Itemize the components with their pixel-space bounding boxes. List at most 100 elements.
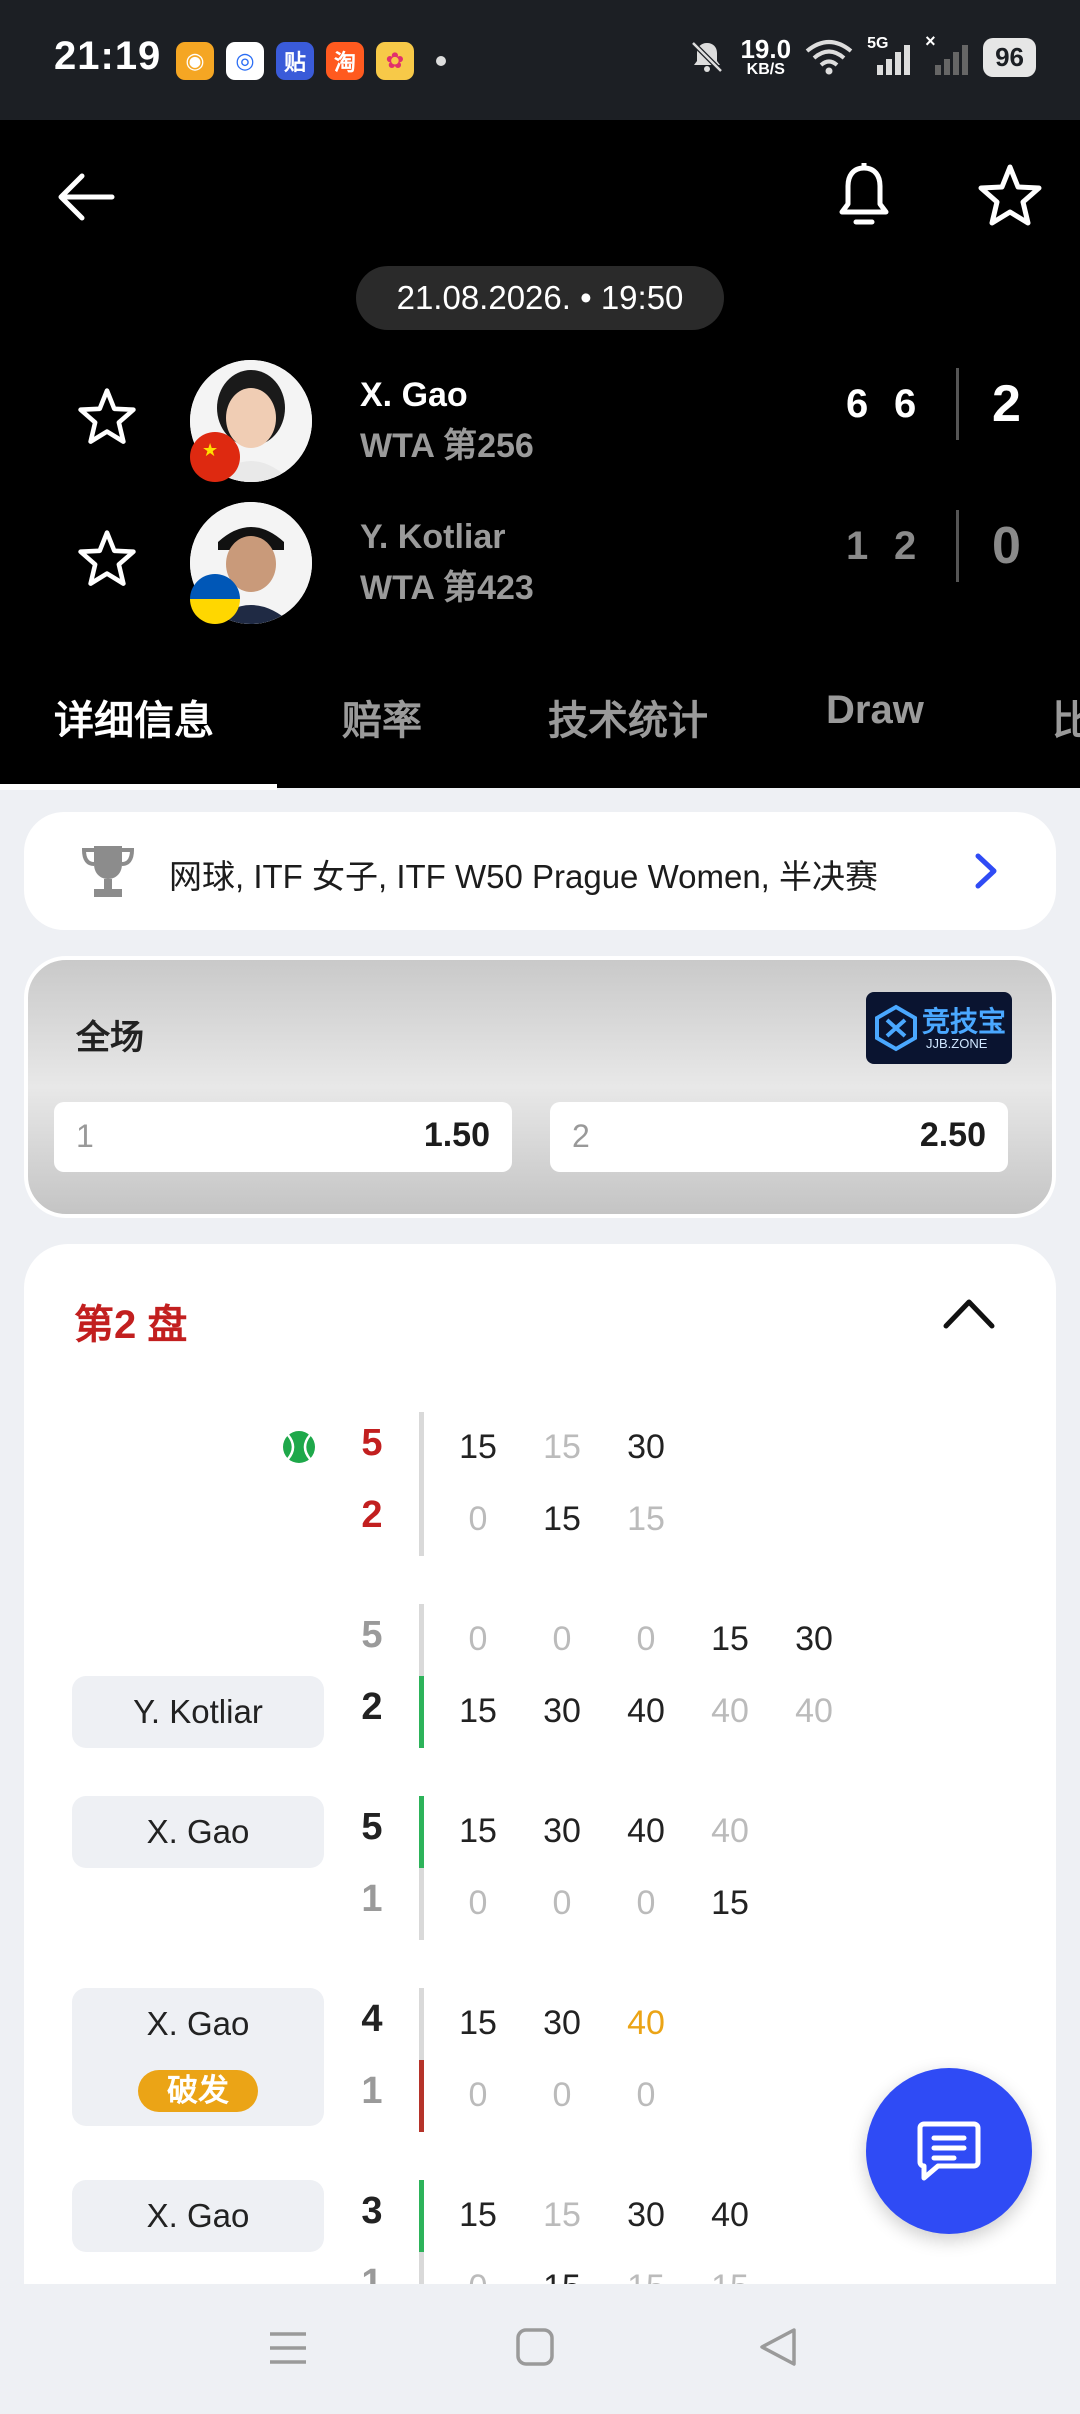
game-score: 4 — [361, 1998, 383, 2040]
tab-bar: 详细信息 赔率 技术统计 Draw 比 — [0, 640, 1080, 790]
menu-icon[interactable] — [266, 2328, 310, 2368]
game-score: 2 — [361, 1686, 383, 1728]
odds-home-button[interactable]: 1 1.50 — [54, 1102, 512, 1172]
server-label: X. Gao — [72, 2180, 324, 2252]
point-score: 15 — [459, 2196, 497, 2234]
game-divider — [419, 1988, 424, 2060]
hold-indicator — [419, 1796, 424, 1868]
odds-home-label: 1 — [76, 1118, 94, 1154]
player-rank: WTA 第423 — [360, 569, 534, 607]
sets-won: 2 — [992, 375, 1021, 433]
point-score: 15 — [532, 2268, 592, 2284]
chat-fab-button[interactable] — [866, 2068, 1032, 2234]
tab-more[interactable]: 比 — [1052, 688, 1080, 746]
point-score: 0 — [468, 1620, 488, 1658]
point-score: 0 — [468, 1884, 488, 1922]
point-score: 0 — [636, 2076, 656, 2114]
point-score: 0 — [636, 1884, 656, 1922]
mute-bell-icon — [691, 41, 724, 73]
tab-details[interactable]: 详细信息 — [54, 688, 214, 746]
player-row-1: ★ X. Gao WTA 第256 6 6 2 — [0, 354, 1080, 484]
hold-indicator — [419, 1676, 424, 1748]
point-score: 30 — [543, 1812, 581, 1850]
point-score: 40 — [627, 1692, 665, 1730]
break-badge: 破发 — [138, 2070, 258, 2112]
server-label: X. Gao — [72, 1796, 324, 1868]
bell-icon[interactable] — [836, 162, 892, 232]
score-divider — [956, 368, 959, 440]
point-score: 15 — [543, 1428, 581, 1466]
back-arrow-icon[interactable] — [52, 164, 118, 230]
game-score: 1 — [361, 2262, 383, 2284]
game-score: 1 — [361, 1878, 383, 1920]
odds-away-label: 2 — [572, 1118, 590, 1154]
tennis-ball-icon — [283, 1431, 315, 1463]
point-score: 15 — [711, 1620, 749, 1658]
player-rank: WTA 第256 — [360, 427, 534, 465]
game-divider — [419, 1868, 424, 1940]
chat-icon — [917, 2121, 981, 2181]
chevron-up-icon[interactable] — [942, 1296, 996, 1330]
game-score: 5 — [361, 1422, 383, 1464]
game-score: 1 — [361, 2070, 383, 2112]
point-score: 40 — [711, 1692, 749, 1730]
status-time: 21:19 — [54, 34, 162, 78]
svg-text:★: ★ — [202, 440, 218, 461]
tournament-breadcrumb[interactable]: 网球, ITF 女子, ITF W50 Prague Women, 半决赛 — [24, 812, 1056, 930]
point-score: 30 — [543, 1692, 581, 1730]
score-divider — [956, 510, 959, 582]
point-score: 15 — [711, 1884, 749, 1922]
set-title: 第2 盘 — [74, 1303, 188, 1347]
point-score: 30 — [627, 1428, 665, 1466]
odds-away-button[interactable]: 2 2.50 — [550, 1102, 1008, 1172]
point-score: 15 — [459, 1812, 497, 1850]
home-square-icon[interactable] — [514, 2326, 556, 2368]
point-score: 0 — [468, 2076, 488, 2114]
break-indicator — [419, 2060, 424, 2132]
set-score: 6 — [846, 382, 869, 426]
system-nav-bar — [0, 2284, 1080, 2414]
player-name[interactable]: X. Gao — [360, 376, 468, 415]
game-score: 2 — [361, 1494, 383, 1536]
chevron-right-icon — [975, 853, 997, 889]
favorite-star-icon[interactable] — [976, 162, 1044, 230]
point-score: 15 — [700, 2268, 760, 2284]
tab-stats[interactable]: 技术统计 — [548, 688, 708, 746]
player-favorite-star-icon[interactable] — [76, 386, 138, 448]
set-score: 1 — [846, 524, 869, 568]
odds-away-value: 2.50 — [919, 1116, 986, 1154]
point-score: 15 — [459, 1692, 497, 1730]
server-label: Y. Kotliar — [72, 1676, 324, 1748]
point-score: 15 — [543, 1500, 581, 1538]
point-score: 15 — [616, 2268, 676, 2284]
more-notifications-dot — [436, 56, 446, 66]
set-score: 6 — [894, 382, 917, 426]
game-divider — [419, 1412, 424, 1556]
hold-indicator — [419, 2180, 424, 2252]
sets-won: 0 — [992, 517, 1021, 575]
tab-odds[interactable]: 赔率 — [342, 688, 422, 746]
odds-home-value: 1.50 — [423, 1116, 490, 1154]
point-score: 0 — [552, 1620, 572, 1658]
point-score: 15 — [459, 1428, 497, 1466]
flower-app-icon: ✿ — [376, 42, 414, 80]
odds-title: 全场 — [76, 1019, 144, 1057]
point-score: 30 — [627, 2196, 665, 2234]
status-indicators: 19.0 KB/S 5G × 96 — [688, 31, 1036, 78]
match-date-time: 21.08.2026. • 19:50 — [356, 266, 724, 330]
set-score: 2 — [894, 524, 917, 568]
tab-draw[interactable]: Draw — [826, 688, 924, 733]
point-score: 40 — [627, 2004, 665, 2042]
player-favorite-star-icon[interactable] — [76, 528, 138, 590]
player-name[interactable]: Y. Kotliar — [360, 518, 505, 557]
bookmaker-logo[interactable]: 竞技宝 JJB.ZONE — [866, 992, 1012, 1064]
point-score: 15 — [459, 2004, 497, 2042]
back-triangle-icon[interactable] — [756, 2326, 800, 2368]
ukraine-flag-icon — [190, 574, 240, 624]
game-score: 5 — [361, 1614, 383, 1656]
point-score: 40 — [711, 1812, 749, 1850]
active-tab-indicator — [0, 784, 277, 790]
point-score: 0 — [636, 1620, 656, 1658]
wifi-icon — [805, 40, 853, 75]
taobao-icon: 淘 — [326, 42, 364, 80]
